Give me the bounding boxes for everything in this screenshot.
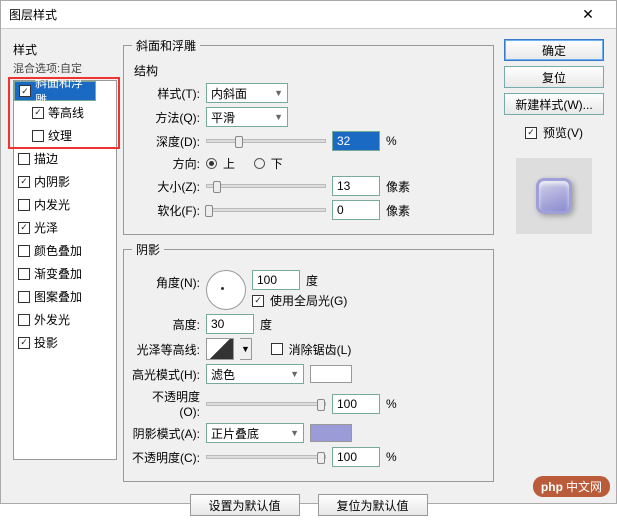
style-item-stroke[interactable]: 描边	[14, 147, 116, 170]
preview-thumbnail	[536, 178, 572, 214]
gloss-contour-picker[interactable]	[206, 338, 234, 360]
bevel-title: 斜面和浮雕	[132, 37, 200, 54]
preview-label: 预览(V)	[543, 124, 583, 141]
angle-dial[interactable]	[206, 270, 246, 310]
shadow-color-swatch[interactable]	[310, 424, 352, 442]
bevel-group: 斜面和浮雕 结构 样式(T):内斜面▼ 方法(Q):平滑▼ 深度(D):32% …	[123, 37, 494, 235]
direction-up-radio[interactable]	[206, 158, 217, 169]
size-unit: 像素	[386, 178, 410, 195]
checkbox-icon[interactable]	[18, 291, 30, 303]
make-default-button[interactable]: 设置为默认值	[190, 494, 300, 516]
angle-input[interactable]: 100	[252, 270, 300, 290]
global-light-checkbox[interactable]	[252, 295, 264, 307]
titlebar: 图层样式 ✕	[1, 1, 616, 29]
highlight-opacity-slider[interactable]	[206, 402, 326, 406]
global-light-label: 使用全局光(G)	[270, 292, 347, 309]
chevron-down-icon: ▼	[274, 112, 283, 122]
checkbox-icon[interactable]	[18, 337, 30, 349]
technique-select[interactable]: 平滑▼	[206, 107, 288, 127]
highlight-mode-select[interactable]: 滤色▼	[206, 364, 304, 384]
style-item-satin[interactable]: 光泽	[14, 216, 116, 239]
close-button[interactable]: ✕	[568, 1, 608, 29]
checkbox-icon[interactable]	[18, 176, 30, 188]
soften-slider[interactable]	[206, 208, 326, 212]
style-item-pattern-overlay[interactable]: 图案叠加	[14, 285, 116, 308]
style-list: 斜面和浮雕 等高线 纹理 描边 内阴影 内发光 光泽 颜色叠加 渐变叠加 图案叠…	[13, 80, 117, 460]
checkbox-icon[interactable]	[18, 268, 30, 280]
depth-unit: %	[386, 134, 397, 148]
altitude-label: 高度:	[132, 316, 200, 333]
antialias-checkbox[interactable]	[271, 343, 283, 355]
shadow-opacity-label: 不透明度(C):	[132, 449, 200, 466]
technique-label: 方法(Q):	[132, 109, 200, 126]
style-label: 样式(T):	[132, 85, 200, 102]
highlight-color-swatch[interactable]	[310, 365, 352, 383]
style-list-panel: 样式 混合选项:自定 斜面和浮雕 等高线 纹理 描边 内阴影 内发光 光泽 颜色…	[9, 37, 117, 460]
watermark: php 中文网	[533, 476, 610, 497]
highlight-opacity-label: 不透明度(O):	[132, 388, 200, 419]
cancel-button[interactable]: 复位	[504, 66, 604, 88]
new-style-button[interactable]: 新建样式(W)...	[504, 93, 604, 115]
angle-unit: 度	[306, 272, 318, 289]
chevron-down-icon: ▼	[274, 88, 283, 98]
shadow-opacity-input[interactable]: 100	[332, 447, 380, 467]
chevron-down-icon: ▼	[290, 428, 299, 438]
size-label: 大小(Z):	[132, 178, 200, 195]
style-item-outer-glow[interactable]: 外发光	[14, 308, 116, 331]
window-title: 图层样式	[9, 6, 57, 23]
soften-label: 软化(F):	[132, 202, 200, 219]
right-panel: 确定 复位 新建样式(W)... 预览(V)	[500, 37, 608, 234]
style-item-inner-glow[interactable]: 内发光	[14, 193, 116, 216]
shadow-mode-select[interactable]: 正片叠底▼	[206, 423, 304, 443]
soften-unit: 像素	[386, 202, 410, 219]
checkbox-icon[interactable]	[18, 245, 30, 257]
structure-title: 结构	[134, 62, 485, 79]
shadow-mode-label: 阴影模式(A):	[132, 425, 200, 442]
reset-default-button[interactable]: 复位为默认值	[318, 494, 428, 516]
style-item-drop-shadow[interactable]: 投影	[14, 331, 116, 354]
checkbox-icon[interactable]	[18, 153, 30, 165]
size-input[interactable]: 13	[332, 176, 380, 196]
soften-input[interactable]: 0	[332, 200, 380, 220]
size-slider[interactable]	[206, 184, 326, 188]
preview-swatch	[516, 158, 592, 234]
style-item-gradient-overlay[interactable]: 渐变叠加	[14, 262, 116, 285]
direction-label: 方向:	[132, 155, 200, 172]
shading-group: 阴影 角度(N): 100 度 使用全局光(G) 高度: 30 度 光泽等高线: ▼ 消…	[123, 241, 494, 482]
checkbox-icon[interactable]	[18, 314, 30, 326]
highlight-mode-label: 高光模式(H):	[132, 366, 200, 383]
style-heading: 样式	[9, 37, 117, 60]
chevron-down-icon[interactable]: ▼	[240, 338, 252, 360]
highlight-opacity-input[interactable]: 100	[332, 394, 380, 414]
depth-label: 深度(D):	[132, 133, 200, 150]
altitude-unit: 度	[260, 316, 272, 333]
style-select[interactable]: 内斜面▼	[206, 83, 288, 103]
chevron-down-icon: ▼	[290, 369, 299, 379]
antialias-label: 消除锯齿(L)	[289, 341, 352, 358]
annotation-highlight	[8, 77, 120, 149]
gloss-contour-label: 光泽等高线:	[132, 341, 200, 358]
shadow-opacity-slider[interactable]	[206, 455, 326, 459]
angle-label: 角度(N):	[132, 274, 200, 291]
style-item-color-overlay[interactable]: 颜色叠加	[14, 239, 116, 262]
checkbox-icon[interactable]	[18, 222, 30, 234]
depth-input[interactable]: 32	[332, 131, 380, 151]
direction-down-radio[interactable]	[254, 158, 265, 169]
depth-slider[interactable]	[206, 139, 326, 143]
altitude-input[interactable]: 30	[206, 314, 254, 334]
checkbox-icon[interactable]	[18, 199, 30, 211]
style-item-inner-shadow[interactable]: 内阴影	[14, 170, 116, 193]
shading-title: 阴影	[132, 241, 164, 258]
ok-button[interactable]: 确定	[504, 39, 604, 61]
preview-checkbox[interactable]	[525, 127, 537, 139]
